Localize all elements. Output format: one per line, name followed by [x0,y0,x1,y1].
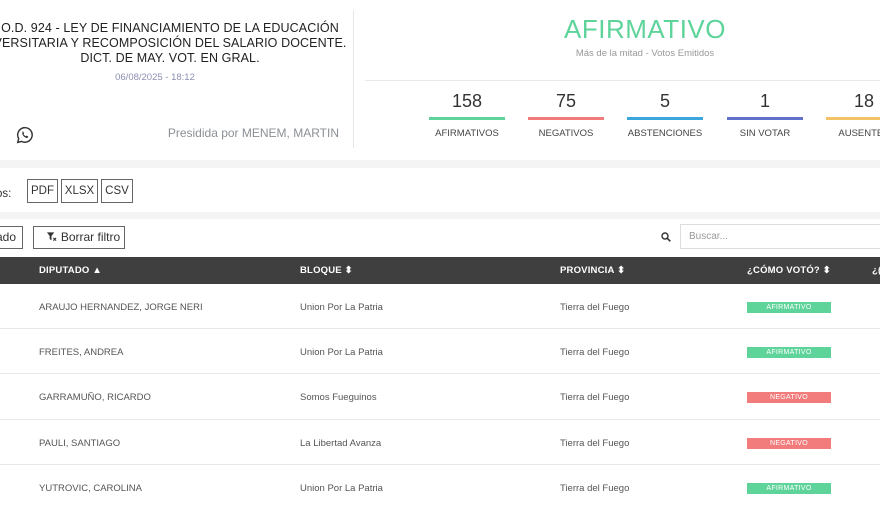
cell-bloque: La Libertad Avanza [300,437,382,449]
stat-sin-votar: 1 SIN VOTAR [727,90,803,139]
vote-title: O.D. 924 - LEY DE FINANCIAMIENTO DE LA E… [0,21,370,66]
stat-negativos: 75 NEGATIVOS [528,90,604,139]
filter-clear-icon [46,232,57,242]
search-input[interactable] [680,224,880,249]
vote-datetime: 06/08/2025 - 18:12 [115,72,195,83]
stat-ausentes: 18 AUSENTES [826,90,880,139]
result-subtitle: Más de la mitad - Votos Emitidos [575,48,715,59]
stat-label: AUSENTES [838,128,880,139]
table-row: ARAUJO HERNANDEZ, JORGE NERI Union Por L… [0,284,880,330]
table-row: PAULI, SANTIAGO La Libertad Avanza Tierr… [0,420,880,465]
divider [365,80,880,81]
column-header-provincia[interactable]: PROVINCIA ⬍ [560,265,625,276]
result-label: AFIRMATIVO [564,14,726,44]
stat-color-bar [627,117,703,120]
cell-bloque: Somos Fueguinos [300,392,377,404]
stat-value: 18 [853,91,875,111]
table-row: FREITES, ANDREA Union Por La Patria Tier… [0,329,880,375]
export-label: os: [0,188,12,200]
cell-bloque: Union Por La Patria [300,347,383,359]
column-header-voto[interactable]: ¿CÓMO VOTÓ? ⬍ [747,265,831,276]
stat-color-bar [528,117,604,120]
vote-badge: NEGATIVO [747,392,831,404]
search-icon [661,232,671,242]
vote-badge: AFIRMATIVO [747,302,831,313]
cell-provincia: Tierra del Fuego [560,437,630,449]
stat-abstenciones: 5 ABSTENCIONES [627,90,703,139]
cell-diputado: YUTROVIC, CAROLINA [39,482,142,494]
column-header-extra[interactable]: ¿( [872,265,880,276]
stat-afirmativos: 158 AFIRMATIVOS [429,90,505,139]
clear-filter-button[interactable]: Borrar filtro [33,226,125,249]
stat-label: SIN VOTAR [739,128,791,139]
column-header-diputado[interactable]: DIPUTADO ▲ [39,265,102,276]
clear-filter-label: Borrar filtro [60,230,121,244]
table-row: YUTROVIC, CAROLINA Union Por La Patria T… [0,465,880,506]
stat-color-bar [727,117,803,120]
export-pdf-button[interactable]: PDF [27,179,58,203]
vote-badge: AFIRMATIVO [747,347,831,359]
cell-diputado: PAULI, SANTIAGO [39,437,121,449]
stat-label: NEGATIVOS [538,128,594,139]
column-header-bloque[interactable]: BLOQUE ⬍ [300,265,353,276]
vote-badge: NEGATIVO [747,437,831,449]
cell-diputado: FREITES, ANDREA [39,347,124,359]
cell-provincia: Tierra del Fuego [560,392,630,404]
vote-title-line: VERSITARIA Y RECOMPOSICIÓN DEL SALARIO D… [0,36,347,50]
stat-value: 1 [759,91,770,111]
stat-label: AFIRMATIVOS [435,128,499,139]
table-row: GARRAMUÑO, RICARDO Somos Fueguinos Tierr… [0,374,880,420]
stat-color-bar [826,117,880,120]
filter-button[interactable]: ado [0,226,23,249]
stat-value: 75 [555,91,577,111]
cell-provincia: Tierra del Fuego [560,482,630,494]
export-xlsx-button[interactable]: XLSX [61,179,98,203]
stat-color-bar [429,117,505,120]
cell-bloque: Union Por La Patria [300,302,383,313]
cell-provincia: Tierra del Fuego [560,347,630,359]
table-body: ARAUJO HERNANDEZ, JORGE NERI Union Por L… [0,284,880,506]
cell-diputado: ARAUJO HERNANDEZ, JORGE NERI [39,302,203,313]
whatsapp-icon[interactable] [16,126,34,144]
vote-title-line: O.D. 924 - LEY DE FINANCIAMIENTO DE LA E… [1,21,339,35]
cell-diputado: GARRAMUÑO, RICARDO [39,392,151,404]
stat-value: 5 [659,91,670,111]
vote-badge: AFIRMATIVO [747,482,831,494]
cell-provincia: Tierra del Fuego [560,302,630,313]
export-csv-button[interactable]: CSV [101,179,133,203]
cell-bloque: Union Por La Patria [300,482,383,494]
stat-label: ABSTENCIONES [627,128,703,139]
stat-value: 158 [451,91,483,111]
presided-by: Presidida por MENEM, MARTIN [167,126,339,140]
vote-title-line: DICT. DE MAY. VOT. EN GRAL. [80,51,260,65]
